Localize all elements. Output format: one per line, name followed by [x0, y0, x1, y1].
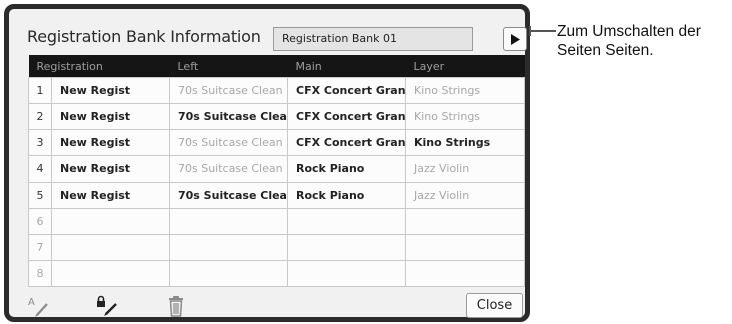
table-row[interactable]: 5 New Regist 70s Suitcase Clean Rock Pia… — [28, 181, 525, 209]
column-header-layer: Layer — [405, 55, 525, 78]
registration-cell[interactable]: New Regist — [51, 129, 170, 157]
main-voice-cell[interactable] — [287, 259, 406, 288]
table-row[interactable]: 7 — [28, 233, 525, 261]
main-voice-cell[interactable] — [287, 207, 406, 235]
main-voice-cell[interactable] — [287, 233, 406, 261]
left-voice-cell[interactable] — [169, 207, 288, 235]
callout-line — [530, 30, 556, 32]
main-voice-cell[interactable]: Rock Piano — [287, 181, 406, 209]
main-voice-cell[interactable]: Rock Piano — [287, 155, 406, 183]
registration-cell[interactable]: New Regist — [51, 155, 170, 183]
table-row[interactable]: 8 — [28, 259, 525, 288]
column-header-registration: Registration — [28, 55, 170, 78]
rename-icon[interactable]: A — [27, 295, 53, 317]
table-row[interactable]: 4 New Regist 70s Suitcase Clean Rock Pia… — [28, 155, 525, 183]
row-number: 4 — [28, 155, 52, 183]
edit-icon[interactable] — [95, 295, 121, 317]
left-voice-cell[interactable] — [169, 233, 288, 261]
left-voice-cell[interactable]: 70s Suitcase Clean — [169, 181, 288, 209]
main-voice-cell[interactable]: CFX Concert Grand — [287, 76, 406, 105]
table-row[interactable]: 3 New Regist 70s Suitcase Clean CFX Conc… — [28, 129, 525, 157]
left-voice-cell[interactable]: 70s Suitcase Clean — [169, 76, 288, 105]
layer-voice-cell[interactable]: Kino Strings — [405, 129, 525, 157]
layer-voice-cell[interactable]: Jazz Violin — [405, 181, 525, 209]
registration-cell[interactable]: New Regist — [51, 76, 170, 105]
left-voice-cell[interactable]: 70s Suitcase Clean — [169, 103, 288, 131]
layer-voice-cell[interactable] — [405, 207, 525, 235]
registration-cell[interactable]: New Regist — [51, 103, 170, 131]
row-number: 3 — [28, 129, 52, 157]
registration-cell[interactable]: New Regist — [51, 181, 170, 209]
callout-annotation: Zum Umschalten der Seiten Seiten. — [557, 23, 701, 59]
registration-cell[interactable] — [51, 259, 170, 288]
table-row[interactable]: 2 New Regist 70s Suitcase Clean CFX Conc… — [28, 103, 525, 131]
main-voice-cell[interactable]: CFX Concert Grand — [287, 129, 406, 157]
column-header-left: Left — [169, 55, 288, 78]
row-number: 6 — [28, 207, 52, 235]
close-button[interactable]: Close — [466, 293, 523, 318]
registration-table: Registration Left Main Layer 1 New Regis… — [28, 55, 525, 288]
table-row[interactable]: 6 — [28, 207, 525, 235]
row-number: 1 — [28, 76, 52, 105]
layer-voice-cell[interactable] — [405, 259, 525, 288]
svg-text:A: A — [28, 297, 35, 308]
registration-cell[interactable] — [51, 207, 170, 235]
table-row[interactable]: 1 New Regist 70s Suitcase Clean CFX Conc… — [28, 76, 525, 105]
next-page-button[interactable] — [503, 27, 527, 51]
row-number: 7 — [28, 233, 52, 261]
registration-bank-dialog: Registration Bank Information Registrati… — [4, 4, 530, 322]
trash-icon[interactable] — [164, 295, 190, 317]
layer-voice-cell[interactable]: Jazz Violin — [405, 155, 525, 183]
main-voice-cell[interactable]: CFX Concert Grand — [287, 103, 406, 131]
bank-name-field[interactable]: Registration Bank 01 — [273, 27, 473, 51]
table-header-row: Registration Left Main Layer — [28, 55, 525, 78]
layer-voice-cell[interactable]: Kino Strings — [405, 103, 525, 131]
triangle-right-icon — [511, 34, 520, 45]
row-number: 5 — [28, 181, 52, 209]
layer-voice-cell[interactable]: Kino Strings — [405, 76, 525, 105]
left-voice-cell[interactable] — [169, 259, 288, 288]
left-voice-cell[interactable]: 70s Suitcase Clean — [169, 129, 288, 157]
row-number: 2 — [28, 103, 52, 131]
row-number: 8 — [28, 259, 52, 288]
left-voice-cell[interactable]: 70s Suitcase Clean — [169, 155, 288, 183]
registration-cell[interactable] — [51, 233, 170, 261]
dialog-title: Registration Bank Information — [27, 27, 261, 46]
column-header-main: Main — [287, 55, 406, 78]
layer-voice-cell[interactable] — [405, 233, 525, 261]
